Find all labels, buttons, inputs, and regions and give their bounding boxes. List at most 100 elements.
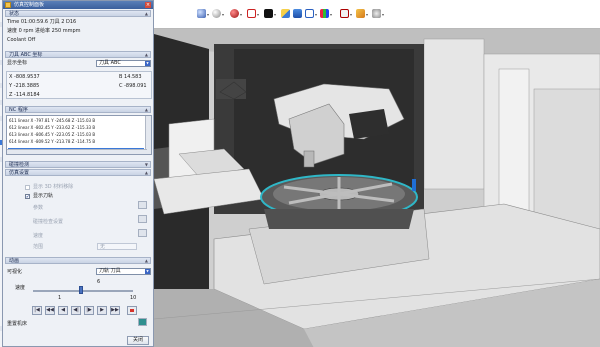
param-label: 参数 xyxy=(33,205,44,211)
step-back-button[interactable]: |◀ xyxy=(32,306,42,315)
section-nc-program[interactable]: NC 程序 ▲ xyxy=(5,106,151,113)
speed-settings-button[interactable] xyxy=(138,229,147,237)
chevron-down-icon[interactable]: ▾ xyxy=(274,12,276,17)
filter-icon[interactable] xyxy=(305,9,314,18)
show-3d-label: 显示 3D 材料移除 xyxy=(33,184,74,190)
chevron-down-icon[interactable]: ▾ xyxy=(257,12,259,17)
simulation-control-dialog: 仿真控制面板 × 状态 ▲ Time 01:00:59.6 刀具 2 D16 速… xyxy=(2,0,154,347)
visualize-select[interactable]: 刀轨 刀具 ▼ xyxy=(96,268,151,275)
chevron-down-icon: ▼ xyxy=(144,162,148,167)
nc-line[interactable]: 612 linear X -802.45 Y -233.62 Z -115.33… xyxy=(9,125,145,130)
chevron-up-icon: ▲ xyxy=(144,11,148,16)
section-animation[interactable]: 动画 ▲ xyxy=(5,257,151,264)
select-value: 刀具 ABC xyxy=(99,60,121,66)
horizontal-scrollbar[interactable] xyxy=(7,149,147,154)
settings-icon[interactable] xyxy=(372,9,381,18)
chevron-down-icon[interactable]: ▾ xyxy=(240,12,242,17)
dialog-title-bar[interactable]: 仿真控制面板 × xyxy=(3,1,153,9)
view-icon[interactable] xyxy=(293,9,302,18)
section-collision[interactable]: 碰撞检测 ▼ xyxy=(5,161,151,168)
coord-y: Y -218.3885 xyxy=(9,83,40,89)
section-title: 仿真设置 xyxy=(9,170,30,176)
section-status[interactable]: 状态 ▲ xyxy=(5,10,151,17)
render-style-icon[interactable] xyxy=(197,9,206,18)
collision-settings-button[interactable] xyxy=(138,215,147,223)
visualize-label: 可视化 xyxy=(7,269,23,275)
chevron-up-icon: ▲ xyxy=(144,258,148,263)
dialog-title: 仿真控制面板 xyxy=(14,2,45,8)
anim-speed-label: 速度 xyxy=(15,285,26,291)
stop-button[interactable] xyxy=(127,306,137,315)
csys-icon[interactable] xyxy=(320,9,329,18)
coord-x: X -808.9537 xyxy=(9,74,40,80)
show-tool-label: 显示刀轨 xyxy=(33,193,54,199)
time-readout: Time 01:00:59.6 刀具 2 D16 xyxy=(7,19,77,25)
chevron-down-icon: ▼ xyxy=(145,61,150,66)
select-value: 刀轨 刀具 xyxy=(99,268,121,274)
black-square-icon[interactable] xyxy=(264,9,273,18)
play-reverse-button[interactable]: ◀ xyxy=(58,306,68,315)
range-label: 范围 xyxy=(33,244,44,250)
close-button[interactable]: 关闭 xyxy=(127,336,149,345)
section-title: 动画 xyxy=(9,258,20,264)
coolant-status: Coolant Off xyxy=(7,37,36,43)
graphics-viewport[interactable] xyxy=(154,28,600,347)
coord-c: C -898.091 xyxy=(119,83,147,89)
section-title: 碰撞检测 xyxy=(9,162,30,168)
dialog-app-icon xyxy=(5,2,11,8)
coord-b: B 14.583 xyxy=(119,74,142,80)
chevron-down-icon[interactable]: ▾ xyxy=(330,12,332,17)
nc-line[interactable]: 614 linear X -809.52 Y -213.78 Z -114.75… xyxy=(9,139,145,144)
speed-slider[interactable] xyxy=(33,286,133,294)
section-title: NC 程序 xyxy=(9,107,28,113)
nc-line[interactable]: 611 linear X -797.81 Y -245.68 Z -115.03… xyxy=(9,118,145,123)
section-title: 状态 xyxy=(9,11,20,17)
slider-max: 10 xyxy=(130,295,137,301)
coordinate-readout: X -808.9537 Y -218.3885 Z -114.8184 B 14… xyxy=(6,71,152,99)
reset-machine-button[interactable] xyxy=(138,318,147,326)
slider-min: 1 xyxy=(58,295,62,301)
sphere-icon[interactable] xyxy=(212,9,221,18)
chevron-down-icon[interactable]: ▾ xyxy=(382,12,384,17)
chevron-down-icon[interactable]: ▾ xyxy=(222,12,224,17)
chevron-down-icon[interactable]: ▾ xyxy=(315,12,317,17)
coord-z: Z -114.8184 xyxy=(9,92,40,98)
fast-forward-button[interactable]: ▶▶ xyxy=(110,306,120,315)
nc-program-list[interactable]: 611 linear X -797.81 Y -245.68 Z -115.03… xyxy=(6,115,152,155)
paint-icon[interactable] xyxy=(356,9,365,18)
nc-line[interactable]: 613 linear X -806.45 Y -223.05 Z -115.03… xyxy=(9,132,145,137)
palette-icon[interactable] xyxy=(281,9,290,18)
chevron-down-icon[interactable]: ▾ xyxy=(350,12,352,17)
display-coords-select[interactable]: 刀具 ABC ▼ xyxy=(96,60,151,67)
step-forward-button[interactable]: |▶ xyxy=(84,306,94,315)
show-3d-checkbox[interactable] xyxy=(25,185,30,190)
reset-machine-label: 重置机床 xyxy=(7,321,28,327)
rewind-button[interactable]: ◀◀ xyxy=(45,306,55,315)
section-sim-settings[interactable]: 仿真设置 ▲ xyxy=(5,169,151,176)
graphics-toolbar: ▾ ▾ ▾ ▾ ▾ ▾ ▾ ▾ ▾ ▾ xyxy=(154,0,600,28)
app-window: ▾ ▾ ▾ ▾ ▾ ▾ ▾ ▾ ▾ ▾ 仿真控制面板 × 状态 ▲ Time 0… xyxy=(0,0,600,347)
step-reverse-button[interactable]: ◀| xyxy=(71,306,81,315)
play-button[interactable]: ▶ xyxy=(97,306,107,315)
close-icon[interactable]: × xyxy=(145,2,151,8)
slider-thumb[interactable] xyxy=(79,286,83,294)
section-title: 刀具 ABC 坐标 xyxy=(9,52,43,58)
wireframe-icon[interactable] xyxy=(247,9,256,18)
chevron-up-icon: ▲ xyxy=(144,107,148,112)
chevron-down-icon[interactable]: ▾ xyxy=(366,12,368,17)
range-select[interactable]: 无 xyxy=(97,243,137,250)
machine-scene xyxy=(154,29,600,347)
show-tool-checkbox[interactable]: ✔ xyxy=(25,194,30,199)
speed-option-label: 速度 xyxy=(33,233,44,239)
speed-feed-readout: 速度 0 rpm 进给率 250 mmpm xyxy=(7,28,81,34)
select-value: 无 xyxy=(100,244,106,250)
section-tool-coords[interactable]: 刀具 ABC 坐标 ▲ xyxy=(5,51,151,58)
color-ball-icon[interactable] xyxy=(230,9,239,18)
chevron-up-icon: ▲ xyxy=(144,170,148,175)
chevron-down-icon[interactable]: ▾ xyxy=(207,12,209,17)
param-settings-button[interactable] xyxy=(138,201,147,209)
collision-settings-label: 碰撞检查设置 xyxy=(33,219,64,225)
analysis-icon[interactable] xyxy=(340,9,349,18)
slider-value: 6 xyxy=(97,279,101,285)
chevron-down-icon: ▼ xyxy=(145,269,150,274)
